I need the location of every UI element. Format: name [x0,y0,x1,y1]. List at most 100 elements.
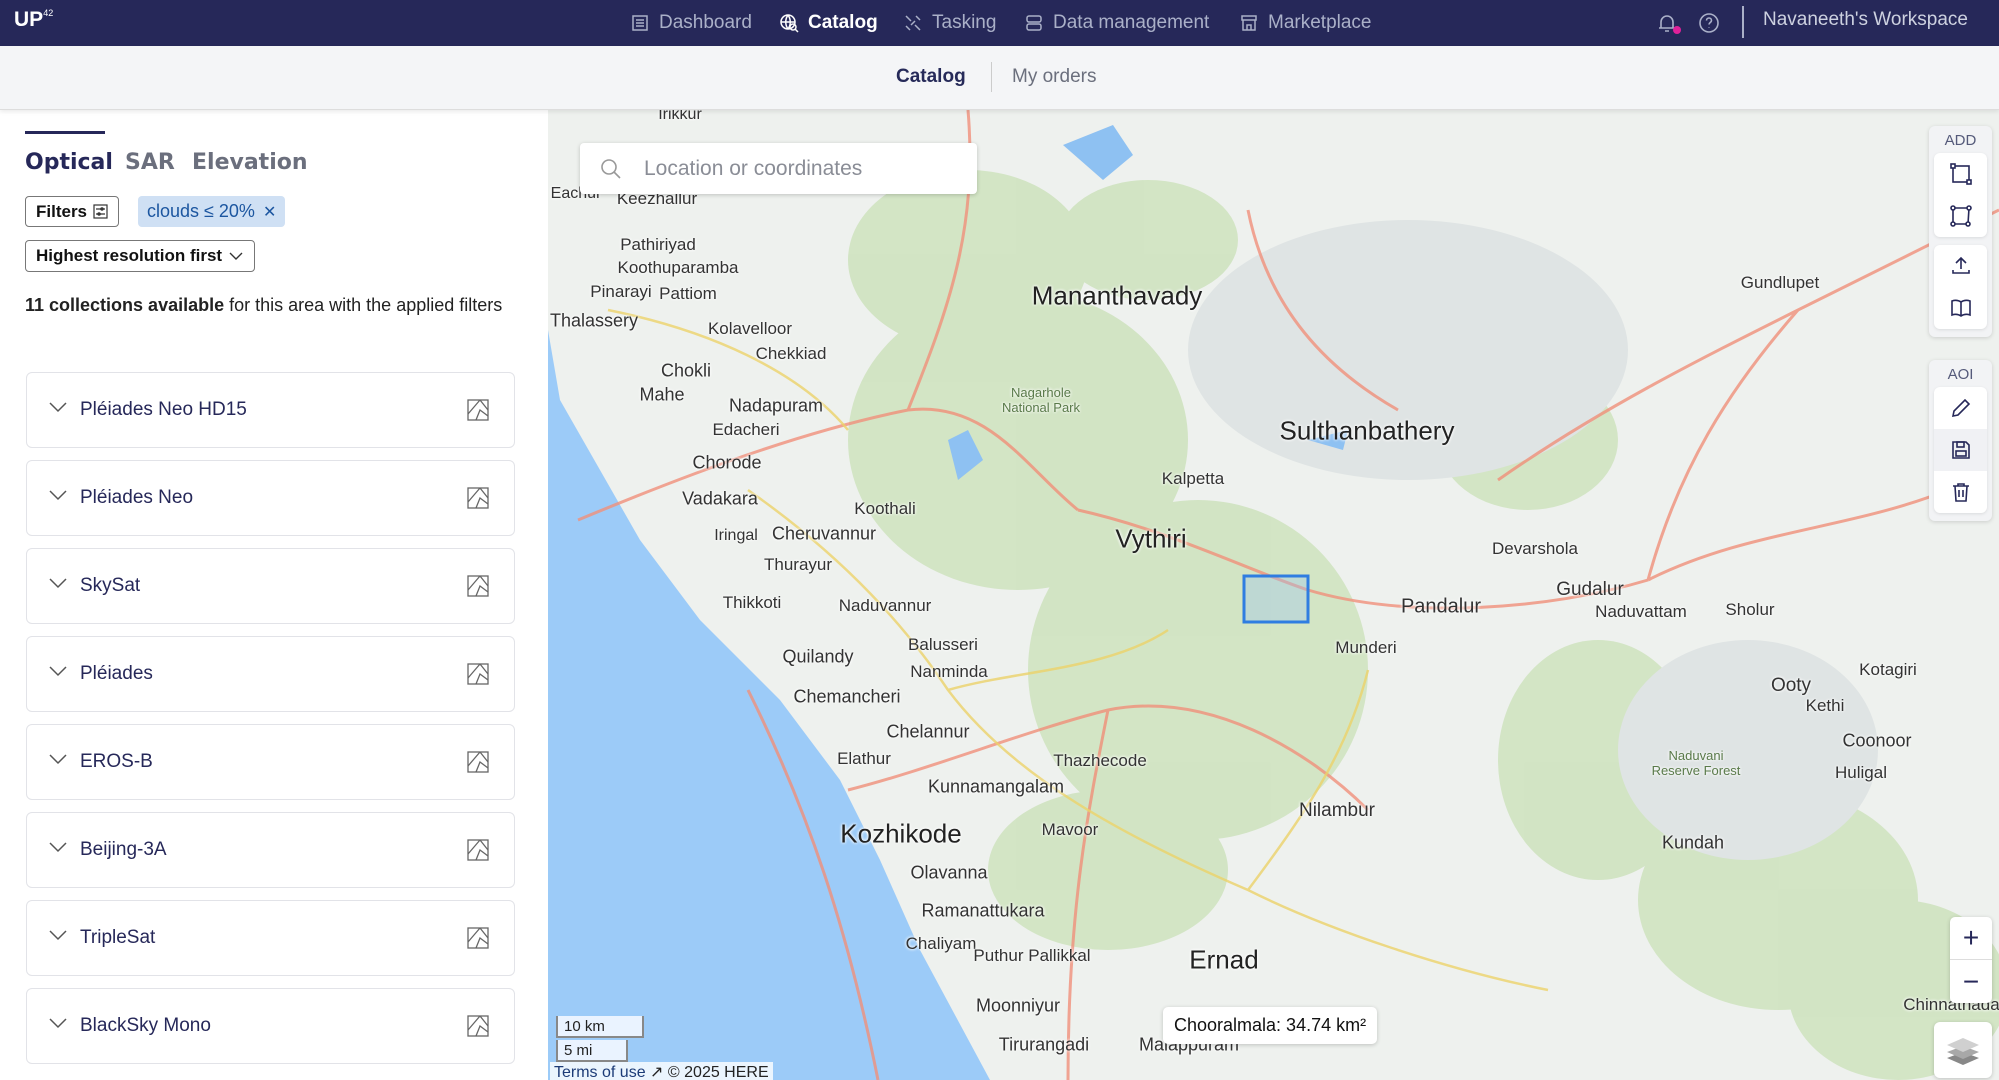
map-place-label: Mahe [639,384,685,405]
map-place-label: Mananthavady [1031,280,1203,311]
map-place-label: Iringal [714,527,758,544]
terms-link[interactable]: Terms of use [554,1064,646,1080]
map-place-label: Sulthanbathery [1279,415,1455,446]
map-place-label: Thikkoti [722,593,782,612]
map-place-label: Vythiri [1115,523,1187,554]
subtab-my-orders[interactable]: My orders [1012,66,1096,88]
sliders-icon [93,204,108,219]
footprint-icon[interactable] [467,839,489,861]
nav-data-management[interactable]: Data management [1024,0,1209,46]
chevron-down-icon[interactable] [48,1017,68,1029]
footprint-icon[interactable] [467,487,489,509]
map-place-label: Irikkur [658,110,702,123]
collection-name: Pléiades [80,663,153,684]
map-place-label: Edacheri [712,420,780,439]
tab-optical[interactable]: Optical [25,150,113,175]
attribution: Terms of use ↗ © 2025 HERE [550,1062,773,1080]
footprint-icon[interactable] [467,575,489,597]
sort-label: Highest resolution first [36,246,223,265]
chevron-down-icon[interactable] [48,665,68,677]
zoom-in-button[interactable]: + [1950,917,1992,960]
tab-sar[interactable]: SAR [125,150,175,175]
collection-item[interactable]: BlackSky Mono [26,988,515,1064]
save-icon [1951,441,1970,459]
location-search-input[interactable] [644,156,964,181]
delete-aoi-button[interactable] [1934,471,1987,513]
map-place-label: Kethi [1805,696,1845,715]
remove-filter-icon[interactable]: ✕ [263,202,276,222]
map-place-label: Gundlupet [1740,273,1820,292]
zoom-out-button[interactable]: − [1950,960,1992,1003]
nav-catalog[interactable]: Catalog [779,0,878,46]
map-place-label: Koothuparamba [617,258,739,277]
workspace-menu[interactable]: Navaneeth's Workspace [1763,0,1968,46]
chevron-down-icon[interactable] [48,401,68,413]
external-link-icon: ↗ [650,1064,664,1080]
map-place-label: Thurayur [763,555,833,574]
collection-name: SkySat [80,575,141,596]
chevron-down-icon[interactable] [48,577,68,589]
nav-tasking[interactable]: Tasking [903,0,996,46]
map-place-label: Kundah [1661,832,1725,853]
collection-item[interactable]: EROS-B [26,724,515,800]
trash-icon [1952,483,1969,502]
collection-item[interactable]: Beijing-3A [26,812,515,888]
store-icon [1241,15,1257,31]
aoi-tooltip: Chooralmala: 34.74 km² [1163,1007,1378,1044]
layers-button[interactable] [1934,1022,1992,1078]
upload-button[interactable] [1934,245,1987,287]
notification-dot [1673,26,1681,34]
collection-name: Pléiades Neo HD15 [80,399,247,420]
help-icon[interactable] [1697,11,1721,35]
rectangle-icon [1949,163,1972,185]
draw-polygon-button[interactable] [1934,195,1987,237]
footprint-icon[interactable] [467,1015,489,1037]
nav-marketplace[interactable]: Marketplace [1239,0,1372,46]
map-place-label: Thazhecode [1053,751,1147,770]
collection-item[interactable]: TripleSat [26,900,515,976]
chevron-down-icon[interactable] [48,489,68,501]
tab-elevation[interactable]: Elevation [192,150,308,175]
filters-button[interactable]: Filters [25,196,120,227]
map-place-label: Munderi [1335,638,1397,657]
save-aoi-button[interactable] [1934,429,1987,471]
nav-dashboard[interactable]: Dashboard [630,0,752,46]
footprint-icon[interactable] [467,927,489,949]
nav-label: Data management [1053,12,1210,33]
collections-count: 11 collections available for this area w… [25,295,503,315]
collection-item[interactable]: Pléiades Neo HD15 [26,372,515,448]
zoom-controls: + − [1950,917,1992,1003]
search-icon [601,158,621,179]
add-toolbar: ADD [1929,126,1992,337]
sort-dropdown[interactable]: Highest resolution first [25,240,256,272]
add-label: ADD [1944,132,1977,149]
collection-item[interactable]: SkySat [26,548,515,624]
map-place-label: Chorode [692,452,762,473]
map-place-label: Kolavelloor [707,319,793,338]
draw-rectangle-button[interactable] [1934,153,1987,195]
map-place-label: Sholur [1725,600,1775,619]
footprint-icon[interactable] [467,751,489,773]
map-place-label: Pinarayi [590,282,652,301]
chevron-down-icon[interactable] [48,841,68,853]
collection-name: TripleSat [80,927,156,948]
subtab-catalog[interactable]: Catalog [896,66,966,88]
collections-panel: Optical SAR Elevation Filters clouds ≤ 2… [0,110,548,1080]
catalog-book-button[interactable] [1934,287,1987,329]
collection-item[interactable]: Pléiades Neo [26,460,515,536]
map-place-label: Naduvannur [838,596,932,615]
footprint-icon[interactable] [467,663,489,685]
chevron-down-icon[interactable] [48,929,68,941]
up42-logo[interactable]: UP42 [14,8,53,32]
location-search [580,143,977,194]
collection-item[interactable]: Pléiades [26,636,515,712]
chevron-down-icon[interactable] [48,753,68,765]
map-place-label: Nilambur [1298,800,1376,821]
map-place-label: Ooty [1770,675,1812,696]
collection-name: BlackSky Mono [80,1015,211,1036]
footprint-icon[interactable] [467,399,489,421]
map-place-label: Koothali [854,499,916,518]
map-place-label: Chokli [660,360,712,381]
map[interactable]: Mananthavady Sulthanbathery Vythiri Kozhiko… [548,110,1999,1080]
edit-aoi-button[interactable] [1934,387,1987,429]
